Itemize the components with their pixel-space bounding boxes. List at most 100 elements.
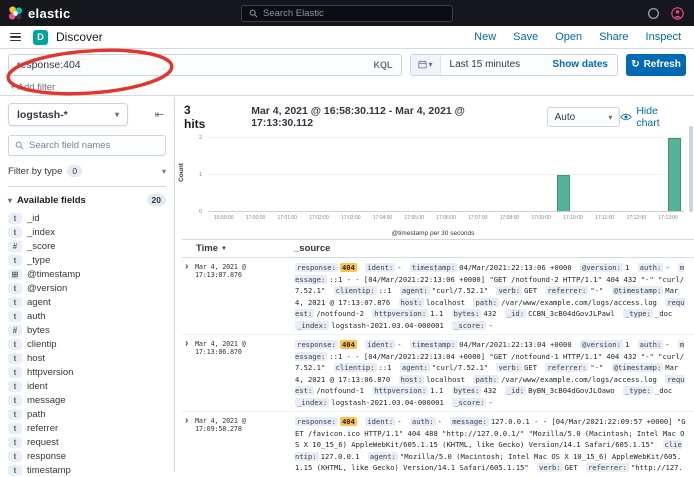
field-item-path[interactable]: tpath: [4, 407, 170, 421]
query-language-button[interactable]: KQL: [374, 60, 393, 70]
source-value: GET: [565, 463, 578, 472]
source-value: "-": [590, 363, 603, 372]
highlighted-value: 404: [340, 263, 357, 272]
field-item-response[interactable]: tresponse: [4, 449, 170, 463]
source-value: 04/Mar/2021:22:13:06 +0000: [459, 263, 572, 272]
field-item-httpversion[interactable]: thttpversion: [4, 365, 170, 379]
available-fields-accordion[interactable]: ▾ Available fields 20: [8, 194, 166, 206]
add-filter-button[interactable]: + Add filter: [10, 82, 55, 93]
field-item-ident[interactable]: tident: [4, 379, 170, 393]
source-field-badge: _id:: [505, 309, 526, 318]
field-name: auth: [27, 311, 46, 322]
field-item-host[interactable]: thost: [4, 351, 170, 365]
scrollbar[interactable]: [689, 100, 693, 470]
refresh-button[interactable]: ↻ Refresh: [626, 54, 686, 76]
field-name: clientip: [27, 339, 57, 350]
chevron-down-icon: ▾: [115, 110, 119, 119]
field-item-referrer[interactable]: treferrer: [4, 421, 170, 435]
index-pattern-select[interactable]: logstash-* ▾: [8, 103, 128, 126]
time-column-header[interactable]: Time ▼: [182, 243, 294, 254]
field-list: t_idt_index # _scoret_type⊞@timestampt@ver…: [4, 211, 170, 477]
expand-row-icon[interactable]: ›: [182, 262, 195, 331]
scrollbar-thumb[interactable]: [689, 126, 693, 212]
hide-chart-button[interactable]: Hide chart: [620, 105, 684, 129]
y-axis: 012: [180, 138, 206, 212]
plot-area: [208, 138, 684, 212]
source-field-badge: _type:: [623, 386, 653, 395]
field-name: agent: [27, 297, 51, 308]
field-item-score[interactable]: # _score: [4, 239, 170, 253]
y-axis-tick-label: 0: [199, 209, 202, 215]
expand-row-icon[interactable]: ›: [182, 416, 195, 472]
share-button[interactable]: Share: [599, 31, 628, 43]
global-search-input[interactable]: Search Elastic: [241, 5, 453, 22]
source-value: /notfound-1: [316, 386, 364, 395]
user-avatar-icon[interactable]: [671, 7, 684, 20]
source-field-badge: @timestamp:: [612, 286, 664, 295]
spaces-icon[interactable]: [647, 7, 660, 20]
field-item-type[interactable]: t_type: [4, 253, 170, 267]
highlighted-value: 404: [340, 417, 357, 426]
field-item-id[interactable]: t_id: [4, 211, 170, 225]
source-value: 127.0.0.1: [321, 452, 360, 461]
elastic-home-link[interactable]: elastic: [0, 6, 71, 21]
field-item-version[interactable]: t@version: [4, 281, 170, 295]
field-item-agent[interactable]: tagent: [4, 295, 170, 309]
source-value: GET: [524, 363, 537, 372]
table-body: ›Mar 4, 2021 @ 17:13:07.876response:404 …: [182, 258, 694, 472]
source-value: 1.1: [430, 309, 443, 318]
field-name: path: [27, 409, 46, 420]
string-field-icon: t: [8, 353, 22, 364]
histogram-bar[interactable]: [668, 138, 681, 211]
x-axis-tick-label: 17:08:00: [500, 215, 519, 221]
x-axis-tick-label: 17:11:00: [595, 215, 614, 221]
field-name: _score: [27, 241, 56, 252]
filter-by-type-button[interactable]: Filter by type 0 ▾: [8, 165, 166, 187]
histogram-interval-select[interactable]: Auto ▾: [547, 107, 621, 127]
source-value: logstash-2021.03.04-000001: [331, 398, 444, 407]
field-item-bytes[interactable]: #bytes: [4, 323, 170, 337]
source-value: 1: [625, 340, 629, 349]
x-axis: 16:59:0017:00:0017:01:0017:02:0017:03:00…: [208, 215, 684, 223]
source-column-header: _source: [294, 243, 330, 254]
source-field-badge: ident:: [365, 340, 395, 349]
x-axis-tick-label: 17:06:00: [436, 215, 455, 221]
source-field-badge: message:: [450, 417, 489, 426]
open-button[interactable]: Open: [555, 31, 582, 43]
menu-icon[interactable]: [10, 33, 21, 42]
y-axis-tick-label: 1: [199, 172, 202, 178]
quick-select-calendar-button[interactable]: ▾: [411, 55, 441, 75]
field-item-timestamp[interactable]: ⊞@timestamp: [4, 267, 170, 281]
source-field-badge: clientip:: [334, 286, 377, 295]
field-item-request[interactable]: trequest: [4, 435, 170, 449]
refresh-icon: ↻: [631, 59, 639, 70]
source-value: logstash-2021.03.04-000001: [331, 321, 444, 330]
field-search-input[interactable]: Search field names: [8, 135, 166, 156]
inspect-button[interactable]: Inspect: [646, 31, 681, 43]
number-field-icon: #: [8, 241, 22, 252]
collapse-sidebar-icon[interactable]: ⇤: [155, 108, 168, 121]
save-button[interactable]: Save: [513, 31, 538, 43]
header-actions: [647, 7, 694, 20]
new-button[interactable]: New: [474, 31, 496, 43]
query-input[interactable]: response:404 KQL: [8, 54, 402, 76]
string-field-icon: t: [8, 213, 22, 224]
source-field-badge: _id:: [505, 386, 526, 395]
field-item-timestamp[interactable]: ttimestamp: [4, 463, 170, 477]
field-item-message[interactable]: tmessage: [4, 393, 170, 407]
chevron-down-icon: ▾: [8, 196, 12, 205]
chevron-down-icon: ▾: [162, 167, 166, 176]
histogram-bar[interactable]: [557, 175, 570, 212]
field-item-auth[interactable]: tauth: [4, 309, 170, 323]
field-item-index[interactable]: t_index: [4, 225, 170, 239]
expand-row-icon[interactable]: ›: [182, 339, 195, 408]
histogram-chart: Count 012 16:59:0017:00:0017:01:0017:02:…: [180, 135, 686, 238]
field-item-clientip[interactable]: tclientip: [4, 337, 170, 351]
source-field-badge: host:: [399, 298, 425, 307]
table-row: ›Mar 4, 2021 @ 17:09:58.278response:404 …: [182, 412, 694, 472]
string-field-icon: t: [8, 451, 22, 462]
show-dates-button[interactable]: Show dates: [552, 59, 617, 70]
field-name: bytes: [27, 325, 50, 336]
source-value: 1.1: [430, 386, 443, 395]
time-range-value[interactable]: Last 15 minutes: [441, 59, 530, 70]
